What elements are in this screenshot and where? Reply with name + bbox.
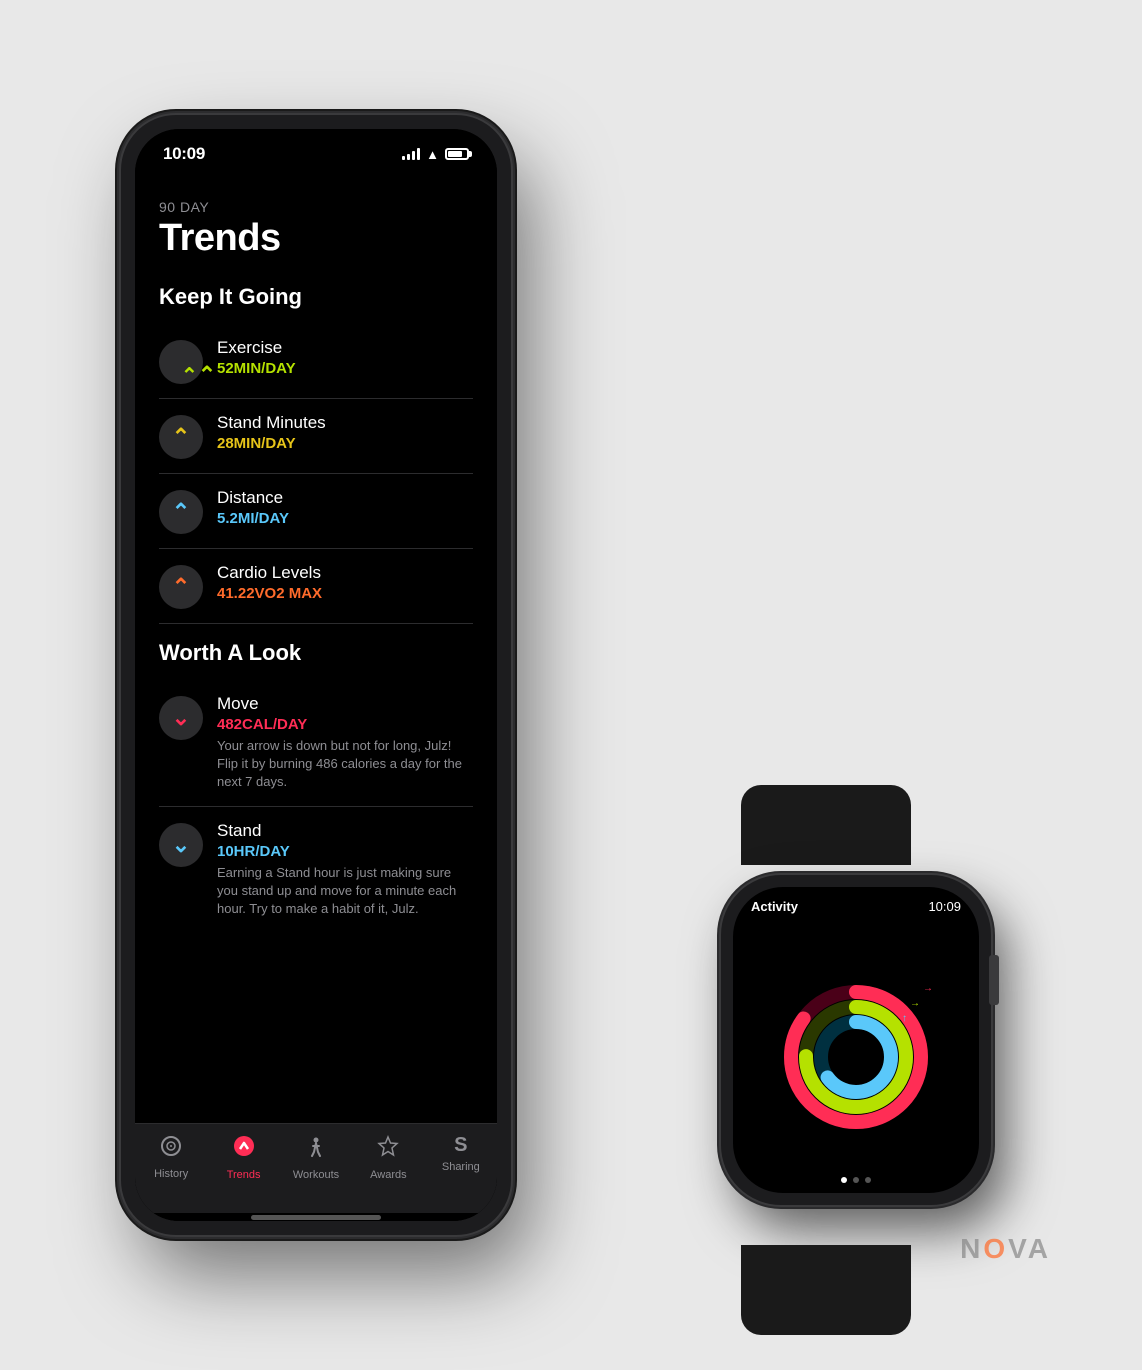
move-name: Move	[217, 694, 473, 714]
scene: 10:09 ▲ 90 D	[71, 85, 1071, 1285]
status-time: 10:09	[163, 144, 205, 164]
trend-item-exercise[interactable]: ⌃ Exercise 52MIN/DAY	[159, 324, 473, 399]
worth-a-look-section: Worth A Look ⌄ Move 482CAL/DAY Your arro…	[159, 640, 473, 932]
iphone-screen: 10:09 ▲ 90 D	[135, 129, 497, 1221]
watch-body: Activity 10:09	[721, 875, 991, 1205]
stand-name: Stand	[217, 821, 473, 841]
home-indicator	[135, 1213, 497, 1221]
awards-tab-icon	[376, 1134, 400, 1165]
worth-a-look-title: Worth A Look	[159, 640, 473, 666]
cardio-name: Cardio Levels	[217, 563, 473, 583]
exercise-icon: ⌃	[159, 340, 203, 384]
cardio-value: 41.22VO2 MAX	[217, 585, 473, 602]
sharing-tab-label: Sharing	[442, 1161, 480, 1173]
distance-name: Distance	[217, 488, 473, 508]
keep-it-going-title: Keep It Going	[159, 284, 473, 310]
trend-item-stand[interactable]: ⌄ Stand 10HR/DAY Earning a Stand hour is…	[159, 807, 473, 933]
watch-dot-2	[853, 1177, 859, 1183]
history-tab-label: History	[154, 1168, 188, 1180]
scrollable-content: 90 DAY Trends Keep It Going ⌃ Exercise 5…	[135, 179, 497, 1123]
trend-item-distance[interactable]: ⌃ Distance 5.2MI/DAY	[159, 474, 473, 549]
notch	[241, 129, 391, 161]
move-desc: Your arrow is down but not for long, Jul…	[217, 737, 473, 792]
stand-minutes-value: 28MIN/DAY	[217, 435, 473, 452]
watch-status-bar: Activity 10:09	[733, 887, 979, 920]
watch-time: 10:09	[928, 899, 961, 914]
home-bar	[251, 1215, 381, 1220]
stand-desc: Earning a Stand hour is just making sure…	[217, 864, 473, 919]
tab-history[interactable]: History	[135, 1134, 207, 1180]
watch-dot-1	[841, 1177, 847, 1183]
trends-tab-label: Trends	[227, 1169, 261, 1181]
watch-app-name: Activity	[751, 899, 798, 914]
apple-watch: Activity 10:09	[691, 845, 1041, 1265]
exercise-value: 52MIN/DAY	[217, 360, 473, 377]
status-icons: ▲	[402, 147, 469, 162]
distance-value: 5.2MI/DAY	[217, 510, 473, 527]
stand-icon: ⌄	[159, 823, 203, 867]
awards-tab-label: Awards	[370, 1169, 406, 1181]
wifi-icon: ▲	[426, 147, 439, 162]
trend-item-cardio[interactable]: ⌃ Cardio Levels 41.22VO2 MAX	[159, 549, 473, 624]
battery-icon	[445, 148, 469, 160]
activity-rings: → → ↑	[776, 977, 936, 1137]
stand-value: 10HR/DAY	[217, 843, 473, 860]
stand-minutes-icon: ⌃	[159, 415, 203, 459]
signal-icon	[402, 148, 420, 160]
watch-content: → → ↑	[733, 920, 979, 1193]
trend-item-stand-minutes[interactable]: ⌃ Stand Minutes 28MIN/DAY	[159, 399, 473, 474]
move-value: 482CAL/DAY	[217, 716, 473, 733]
tab-workouts[interactable]: Workouts	[280, 1134, 352, 1181]
iphone-device: 10:09 ▲ 90 D	[121, 115, 511, 1235]
cardio-icon: ⌃	[159, 565, 203, 609]
stand-minutes-name: Stand Minutes	[217, 413, 473, 433]
watch-dot-3	[865, 1177, 871, 1183]
watch-crown	[989, 955, 999, 1005]
history-tab-icon	[159, 1134, 183, 1164]
sharing-tab-icon: S	[454, 1134, 467, 1157]
move-icon: ⌄	[159, 696, 203, 740]
workouts-tab-label: Workouts	[293, 1169, 339, 1181]
exercise-name: Exercise	[217, 338, 473, 358]
trends-tab-icon	[232, 1134, 256, 1165]
app-content: 90 DAY Trends Keep It Going ⌃ Exercise 5…	[135, 179, 497, 1221]
distance-icon: ⌃	[159, 490, 203, 534]
page-title: Trends	[159, 217, 473, 260]
tab-sharing[interactable]: S Sharing	[425, 1134, 497, 1173]
trend-item-move[interactable]: ⌄ Move 482CAL/DAY Your arrow is down but…	[159, 680, 473, 807]
day-label: 90 DAY	[159, 199, 473, 215]
watch-screen: Activity 10:09	[733, 887, 979, 1193]
nova-watermark: NOVA	[960, 1233, 1051, 1265]
watch-page-dots	[733, 1177, 979, 1183]
workouts-tab-icon	[304, 1134, 328, 1165]
watch-band-bottom	[741, 1245, 911, 1335]
watch-band-top	[741, 785, 911, 865]
tab-awards[interactable]: Awards	[352, 1134, 424, 1181]
status-bar: 10:09 ▲	[135, 129, 497, 179]
tab-bar: History Trends	[135, 1123, 497, 1213]
tab-trends[interactable]: Trends	[207, 1134, 279, 1181]
